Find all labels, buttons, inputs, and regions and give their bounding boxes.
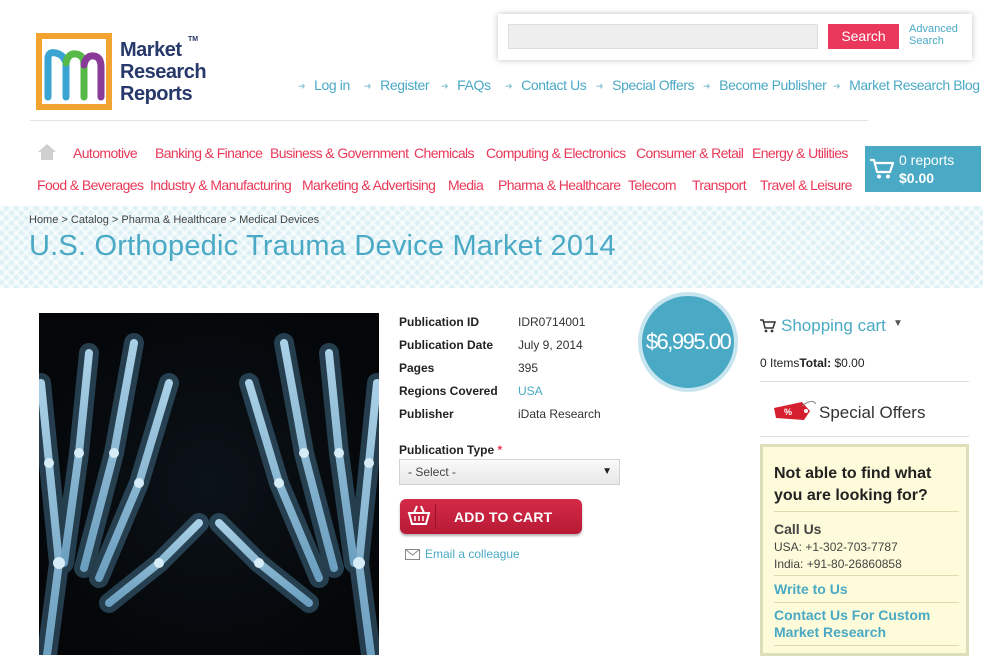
publication-type-label: Publication Type * — [399, 443, 503, 457]
arrow-icon: ➜ — [298, 81, 306, 91]
breadcrumb-catalog[interactable]: Catalog — [71, 214, 109, 226]
search-panel: Search Advanced Search — [498, 14, 972, 60]
custom-research-link[interactable]: Contact Us For Custom Market Research — [774, 607, 954, 641]
topnav-become-publisher[interactable]: ➜ Become Publisher — [703, 77, 827, 93]
home-icon[interactable] — [37, 143, 57, 166]
topnav-blog[interactable]: ➜ Market Research Blog — [833, 77, 980, 93]
basket-icon — [406, 504, 436, 529]
help-box: Not able to find what you are looking fo… — [760, 444, 969, 656]
category-banking-finance[interactable]: Banking & Finance — [155, 145, 263, 161]
topnav-special-offers[interactable]: ➜ Special Offers — [596, 77, 695, 93]
cart-total: $0.00 — [899, 170, 935, 186]
xray-hands-image — [39, 313, 379, 655]
write-to-us-link[interactable]: Write to Us — [774, 581, 848, 598]
shopping-cart-title[interactable]: Shopping cart — [781, 316, 886, 336]
category-transport[interactable]: Transport — [692, 177, 747, 193]
search-input[interactable] — [508, 24, 818, 49]
sidebar-divider — [760, 381, 969, 382]
category-food-beverages[interactable]: Food & Beverages — [37, 177, 144, 193]
cart-report-count: 0 reports — [899, 152, 955, 168]
breadcrumb-home[interactable]: Home — [29, 214, 58, 226]
page-title: U.S. Orthopedic Trauma Device Market 201… — [29, 230, 616, 262]
publication-type-select[interactable]: - Select - ▼ — [399, 459, 620, 485]
publication-id: IDR0714001 — [518, 315, 586, 329]
sidebar-divider — [760, 436, 969, 437]
breadcrumb: Home > Catalog > Pharma & Healthcare > M… — [29, 214, 320, 226]
header-cart-button[interactable]: 0 reports $0.00 — [865, 146, 981, 192]
cart-icon — [760, 319, 776, 333]
category-travel-leisure[interactable]: Travel & Leisure — [760, 177, 852, 193]
help-divider — [774, 602, 959, 603]
category-consumer-retail[interactable]: Consumer & Retail — [636, 145, 744, 161]
envelope-icon — [405, 549, 420, 560]
category-pharma-healthcare[interactable]: Pharma & Healthcare — [498, 177, 621, 193]
category-media[interactable]: Media — [448, 177, 484, 193]
category-business-government[interactable]: Business & Government — [270, 145, 409, 161]
header-divider — [30, 120, 868, 121]
logo-m-icon — [36, 33, 112, 110]
category-computing-electronics[interactable]: Computing & Electronics — [486, 145, 626, 161]
category-marketing-advertising[interactable]: Marketing & Advertising — [302, 177, 436, 193]
category-industry-manufacturing[interactable]: Industry & Manufacturing — [150, 177, 292, 193]
page-count: 395 — [518, 361, 539, 375]
product-image — [39, 313, 379, 655]
add-to-cart-button[interactable]: ADD TO CART — [400, 499, 582, 534]
logo-trademark: TM — [188, 36, 199, 43]
arrow-icon: ➜ — [596, 81, 604, 91]
arrow-icon: ➜ — [364, 81, 372, 91]
category-chemicals[interactable]: Chemicals — [414, 145, 475, 161]
category-energy-utilities[interactable]: Energy & Utilities — [752, 145, 848, 161]
topnav-register[interactable]: ➜ Register — [364, 77, 429, 93]
arrow-icon: ➜ — [703, 81, 711, 91]
percent-tag-icon: % — [774, 400, 817, 420]
topnav-faqs[interactable]: ➜ FAQs — [441, 77, 491, 93]
price-badge: $6,995.00 — [638, 292, 738, 392]
category-telecom[interactable]: Telecom — [628, 177, 677, 193]
help-question: Not able to find what you are looking fo… — [774, 465, 932, 504]
category-automotive[interactable]: Automotive — [73, 145, 138, 161]
cart-summary: 0 ItemsTotal: $0.00 — [760, 356, 865, 370]
advanced-search-link[interactable]: Advanced Search — [909, 23, 958, 47]
publication-date: July 9, 2014 — [518, 338, 583, 352]
breadcrumb-pharma[interactable]: Pharma & Healthcare — [121, 214, 226, 226]
arrow-icon: ➜ — [441, 81, 449, 91]
special-offers-link[interactable]: % Special Offers — [772, 398, 925, 429]
cart-icon — [870, 158, 895, 179]
phone-usa: USA: +1-302-703-7787 — [774, 540, 898, 554]
chevron-down-icon: ▼ — [602, 466, 612, 477]
arrow-icon: ➜ — [505, 81, 513, 91]
logo-wordmark: Market Research Reports — [120, 39, 207, 105]
region-link[interactable]: USA — [518, 384, 543, 398]
help-divider — [774, 575, 959, 576]
top-nav: ➜ Log in ➜ Register ➜ FAQs ➜ Contact Us ➜ Spe… — [0, 77, 983, 95]
topnav-contact-us[interactable]: ➜ Contact Us — [505, 77, 587, 93]
help-divider — [774, 511, 959, 512]
svg-text:%: % — [784, 407, 792, 417]
call-us-heading: Call Us — [774, 521, 822, 537]
publisher-name: iData Research — [518, 407, 601, 421]
arrow-icon: ➜ — [833, 81, 841, 91]
phone-india: India: +91-80-26860858 — [774, 557, 902, 571]
breadcrumb-medical-devices[interactable]: Medical Devices — [239, 214, 319, 226]
chevron-down-icon[interactable]: ▼ — [893, 318, 903, 329]
help-divider — [774, 645, 959, 646]
search-button[interactable]: Search — [828, 24, 899, 49]
site-logo[interactable]: Market Research Reports TM — [36, 33, 216, 113]
topnav-login[interactable]: ➜ Log in — [298, 77, 350, 93]
